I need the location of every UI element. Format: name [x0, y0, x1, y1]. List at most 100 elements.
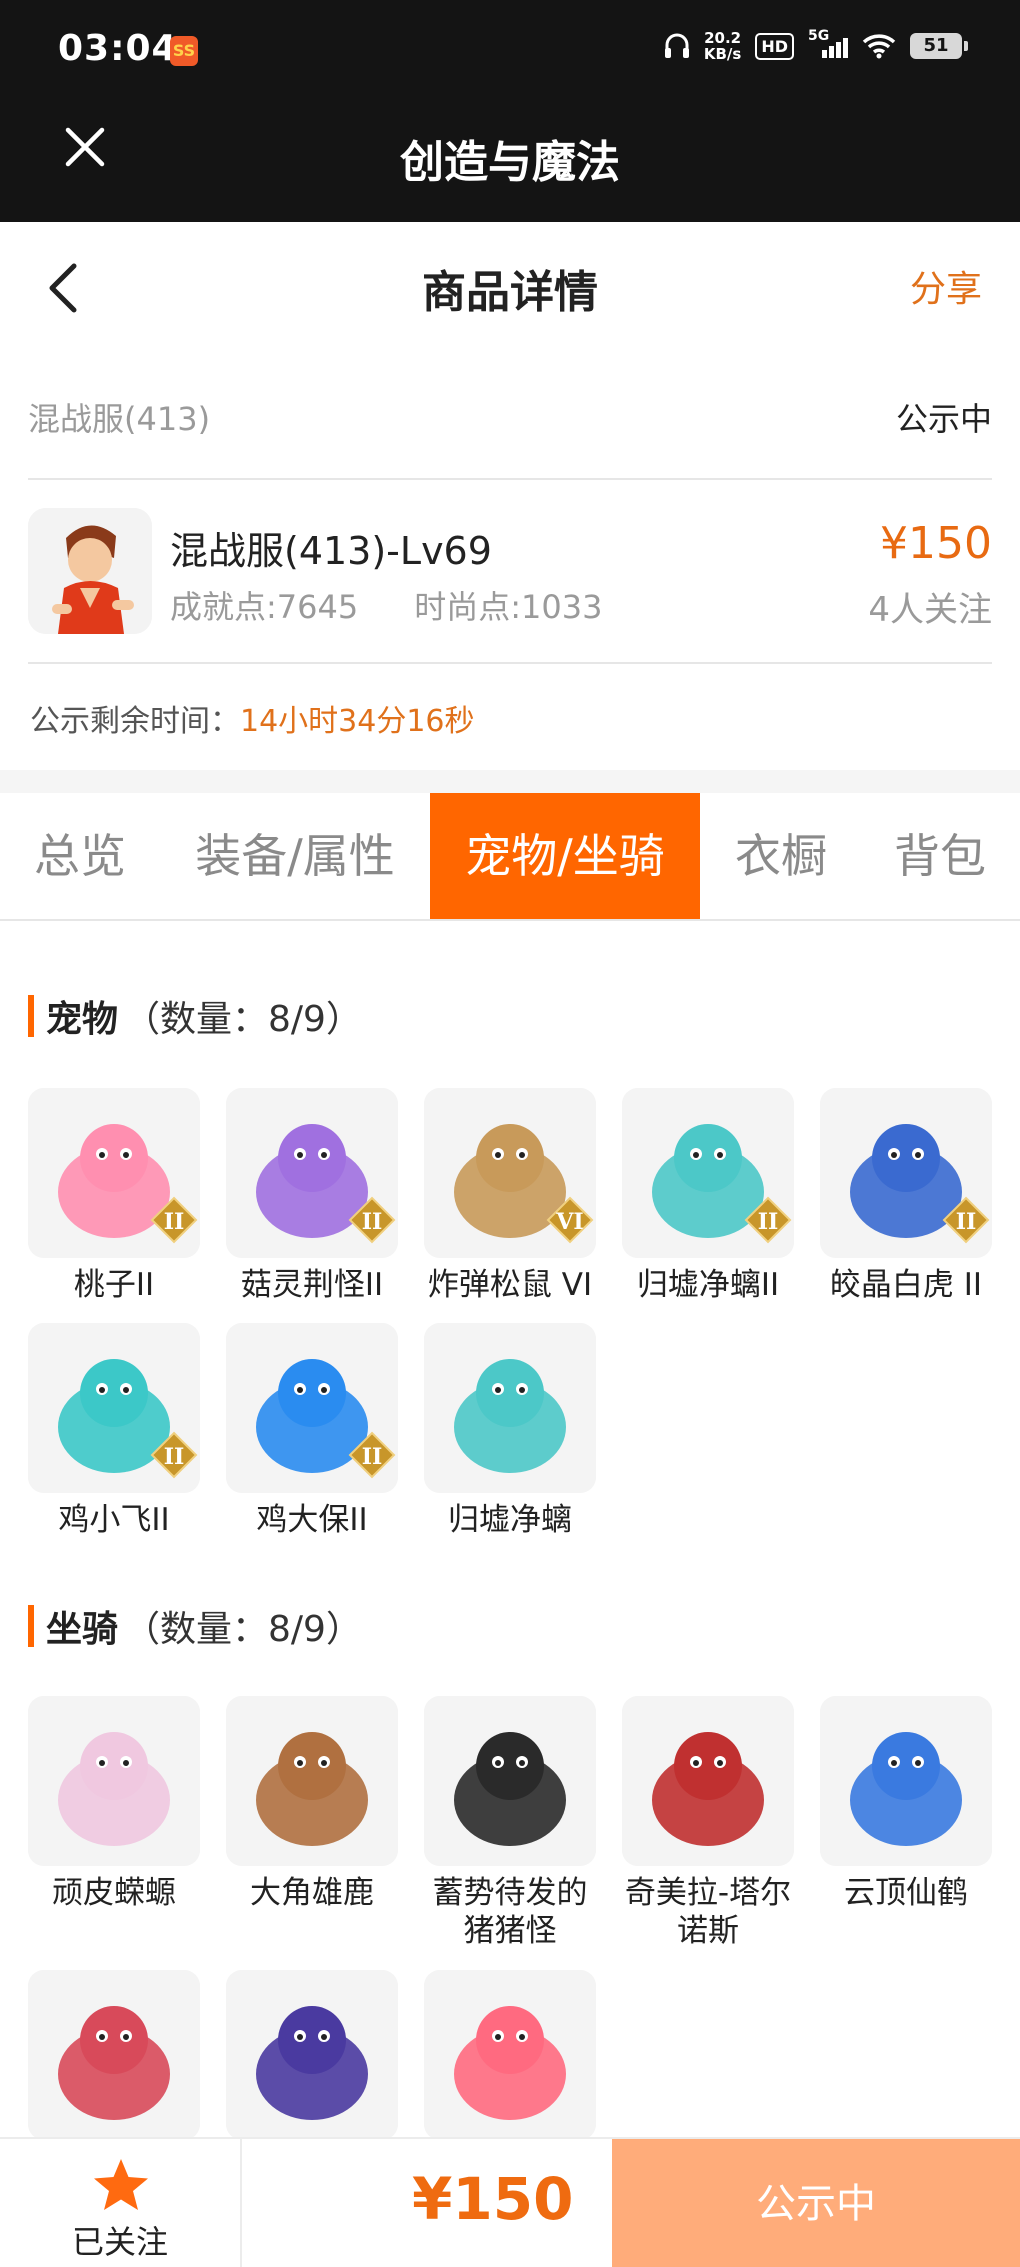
item-summary[interactable]: 混战服(413)-Lv69 成就点:7645 时尚点:1033 ¥150 4人关…: [28, 482, 992, 664]
mount-thumbnail: [820, 1696, 992, 1866]
mount-item[interactable]: [28, 1970, 200, 2140]
pet-name: 炸弹松鼠 VI: [427, 1267, 593, 1303]
mount-item[interactable]: 大角雄鹿: [226, 1696, 398, 1912]
follow-label: 已关注: [71, 2223, 168, 2261]
purchase-status-button[interactable]: 公示中: [612, 2139, 1020, 2267]
net-speed: 20.2 KB/s: [704, 30, 741, 62]
countdown-value: 14小时34分16秒: [240, 704, 475, 739]
item-stats: 成就点:7645 时尚点:1033: [170, 582, 602, 628]
achievement-points: 成就点:7645: [170, 588, 359, 626]
mount-name: 蓄势待发的猪猪怪: [432, 1875, 588, 1949]
star-icon: [94, 2159, 148, 2210]
mount-item[interactable]: 蓄势待发的猪猪怪: [424, 1696, 596, 1950]
character-avatar: [28, 508, 152, 634]
pet-name: 归墟净螭: [448, 1502, 572, 1538]
mount-thumbnail: [226, 1970, 398, 2140]
pets-count: （数量：8/9）: [124, 999, 362, 1040]
svg-text:II: II: [956, 1209, 977, 1235]
svg-text:II: II: [164, 1209, 185, 1235]
svg-text:II: II: [362, 1444, 383, 1470]
section-accent-bar: [28, 1605, 34, 1647]
mount-name: 大角雄鹿: [250, 1875, 374, 1911]
headphones-icon: [664, 33, 689, 58]
item-title: 混战服(413)-Lv69: [170, 529, 492, 573]
mount-thumbnail: [424, 1970, 596, 2140]
mount-name: 奇美拉-塔尔诺斯: [624, 1875, 792, 1949]
tab-pets-mounts[interactable]: 宠物/坐骑: [430, 793, 700, 919]
pet-item[interactable]: II 菇灵荆怪II: [226, 1088, 398, 1304]
pets-title: 宠物: [46, 999, 119, 1040]
mounts-count: （数量：8/9）: [124, 1609, 362, 1650]
mount-name: 云顶仙鹤: [844, 1875, 968, 1911]
mount-name: 顽皮蝾螈: [52, 1875, 176, 1911]
wifi-icon: [862, 34, 896, 59]
svg-text:II: II: [164, 1444, 185, 1470]
countdown: 公示剩余时间：14小时34分16秒: [30, 696, 475, 740]
server-status: 公示中: [895, 400, 992, 438]
pet-thumbnail: II: [28, 1088, 200, 1258]
pet-thumbnail: II: [226, 1088, 398, 1258]
pet-thumbnail: II: [622, 1088, 794, 1258]
mount-item[interactable]: [424, 1970, 596, 2140]
pet-item[interactable]: II 鸡大保II: [226, 1323, 398, 1539]
tab-equipment[interactable]: 装备/属性: [180, 793, 410, 919]
pet-name: 皎晶白虎 II: [829, 1267, 983, 1303]
svg-text:II: II: [362, 1209, 383, 1235]
section-accent-bar: [28, 995, 34, 1037]
pet-name: 桃子II: [73, 1267, 155, 1303]
svg-text:VI: VI: [555, 1209, 583, 1235]
status-bar: 03:04 SS 20.2 KB/s HD 5G 51: [0, 0, 1020, 100]
pet-name: 归墟净螭II: [636, 1267, 780, 1303]
mount-item[interactable]: 顽皮蝾螈: [28, 1696, 200, 1912]
pets-section-title: 宠物 （数量：8/9）: [28, 990, 362, 1042]
pet-thumbnail: [424, 1323, 596, 1493]
server-name: 混战服(413): [28, 400, 211, 438]
follower-count: 4人关注: [868, 590, 992, 630]
mount-item[interactable]: 云顶仙鹤: [820, 1696, 992, 1912]
signal-icon: 5G: [808, 28, 848, 60]
mount-thumbnail: [226, 1696, 398, 1866]
pet-thumbnail: II: [226, 1323, 398, 1493]
mount-thumbnail: [28, 1696, 200, 1866]
bottom-price: ¥150: [412, 2165, 574, 2233]
item-price: ¥150: [880, 518, 992, 569]
section-divider: [0, 770, 1020, 794]
tab-backpack[interactable]: 背包: [870, 793, 1010, 919]
battery-icon: 51: [910, 33, 968, 59]
signal-label: 5G: [808, 28, 830, 44]
pet-item[interactable]: II 桃子II: [28, 1088, 200, 1304]
mount-item[interactable]: 奇美拉-塔尔诺斯: [622, 1696, 794, 1950]
share-button[interactable]: 分享: [910, 260, 982, 312]
pet-thumbnail: II: [28, 1323, 200, 1493]
tab-overview[interactable]: 总览: [0, 793, 160, 919]
fashion-points: 时尚点:1033: [414, 588, 603, 626]
countdown-label: 公示剩余时间：: [30, 704, 240, 739]
mounts-section-title: 坐骑 （数量：8/9）: [28, 1600, 362, 1652]
server-row: 混战服(413) 公示中: [28, 380, 992, 480]
close-icon[interactable]: [60, 122, 110, 172]
follow-button[interactable]: 已关注: [0, 2139, 242, 2267]
pet-item[interactable]: II 归墟净螭II: [622, 1088, 794, 1304]
tab-wardrobe[interactable]: 衣橱: [716, 793, 846, 919]
app-notification-icon: SS: [170, 36, 198, 66]
pet-name: 鸡小飞II: [58, 1502, 170, 1538]
page-header: 商品详情 分享: [0, 222, 1020, 352]
pet-name: 菇灵荆怪II: [240, 1267, 384, 1303]
status-time: 03:04: [58, 28, 178, 69]
bottom-bar: 已关注 ¥150 公示中: [0, 2137, 1020, 2267]
mount-thumbnail: [424, 1696, 596, 1866]
hd-icon: HD: [755, 32, 794, 60]
app-bar: 创造与魔法: [0, 100, 1020, 222]
mount-item[interactable]: [226, 1970, 398, 2140]
mounts-title: 坐骑: [46, 1609, 119, 1650]
pet-item[interactable]: II 皎晶白虎 II: [820, 1088, 992, 1304]
pet-item[interactable]: 归墟净螭: [424, 1323, 596, 1539]
page-title: 商品详情: [422, 267, 598, 318]
mount-thumbnail: [622, 1696, 794, 1866]
pet-thumbnail: II: [820, 1088, 992, 1258]
tab-bar: 总览 装备/属性 宠物/坐骑 衣橱 背包: [0, 793, 1020, 921]
app-title: 创造与魔法: [400, 137, 620, 188]
pet-name: 鸡大保II: [256, 1502, 368, 1538]
pet-item[interactable]: II 鸡小飞II: [28, 1323, 200, 1539]
pet-item[interactable]: VI 炸弹松鼠 VI: [424, 1088, 596, 1304]
